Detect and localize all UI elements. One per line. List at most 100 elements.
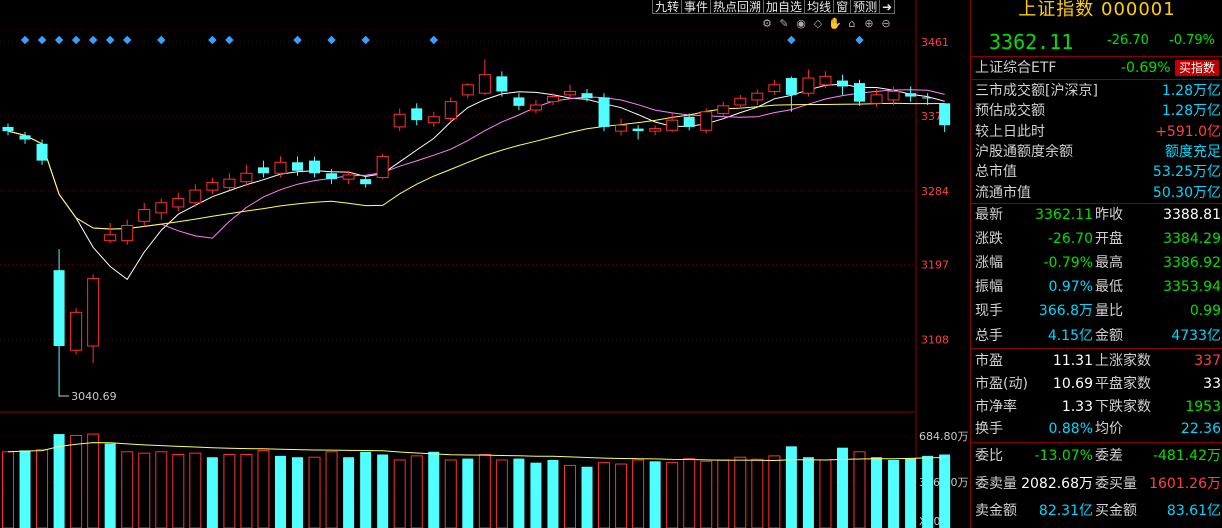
candle-body — [155, 202, 168, 214]
price-change: -26.70 — [1107, 33, 1149, 48]
add-watchlist-button[interactable]: 加自选 — [763, 0, 806, 14]
candle-body — [87, 278, 100, 347]
exit-arrow-icon[interactable]: ➜ — [879, 0, 896, 14]
nine-turn-button[interactable]: 九转 — [652, 0, 683, 14]
field-label: 委卖量 — [975, 475, 1017, 492]
kline-chart-area[interactable]: 34613373328431973108684.80万346.00万X10030… — [0, 0, 970, 528]
candle-body — [513, 97, 525, 106]
candle-body — [104, 234, 117, 242]
volume-bar — [206, 457, 218, 528]
candle-body — [411, 108, 423, 121]
hand-icon[interactable]: ✋ — [828, 17, 842, 31]
quote-row: 市净率 1.33 下跌家数 1953 — [971, 396, 1222, 419]
zoom-in-icon[interactable]: ⊕ — [862, 17, 876, 31]
field-value: -0.79% — [1043, 255, 1093, 272]
volume-bar — [53, 434, 65, 528]
eye-icon[interactable]: ◉ — [794, 17, 808, 31]
volume-bar — [240, 454, 253, 528]
window-button[interactable]: 窗 — [833, 0, 852, 14]
volume-bar — [922, 455, 934, 528]
field-label: 均价 — [1095, 421, 1123, 438]
volume-bar — [478, 454, 491, 528]
quote-panel: 上证指数 000001 3362.11 -26.70 -0.79% 上证综合ET… — [970, 0, 1222, 528]
price-tick-label: 3197 — [921, 258, 949, 271]
volume-bar — [581, 466, 593, 528]
quote-row: 市盈 11.31 上涨家数 337 — [971, 350, 1222, 373]
volume-bar — [121, 451, 134, 528]
field-label: 市净率 — [975, 398, 1017, 415]
volume-bar — [257, 449, 270, 528]
event-marker — [88, 35, 98, 45]
stat-value: 50.30万亿 — [1152, 184, 1221, 201]
forecast-button[interactable]: 预测 — [850, 0, 881, 14]
candle-body — [240, 172, 253, 183]
candle-body — [734, 97, 747, 106]
candle-body — [496, 76, 508, 92]
candle-body — [836, 80, 848, 87]
candle-body — [206, 182, 219, 191]
volume-bar — [530, 462, 542, 528]
candle-body — [563, 91, 576, 96]
candle-body — [53, 270, 65, 347]
zoom-out-icon[interactable]: ⊖ — [879, 17, 893, 31]
kline-chart[interactable]: 34613373328431973108684.80万346.00万X10030… — [0, 0, 970, 528]
field-label: 委比 — [975, 448, 1003, 464]
volume-bar — [292, 457, 304, 528]
candle-body — [700, 111, 713, 131]
quote-row: 涨跌 -26.70 开盘 3384.29 — [971, 228, 1222, 251]
gear-icon[interactable]: ⚙ — [760, 17, 774, 31]
candle-body — [819, 75, 832, 86]
candle-body — [922, 97, 934, 99]
volume-bar — [308, 456, 321, 528]
quote-row: 最新 3362.11 昨收 3388.81 — [971, 204, 1222, 227]
candle-body — [427, 116, 440, 124]
candle-body — [19, 135, 31, 140]
candle-body — [854, 83, 865, 102]
candle-body — [172, 198, 185, 208]
volume-bar — [632, 459, 645, 528]
candle-body — [461, 84, 474, 96]
event-marker — [225, 35, 234, 45]
buy-index-button[interactable]: 买指数 — [1174, 60, 1219, 76]
candle-body — [717, 105, 730, 114]
candle-body — [257, 167, 269, 174]
volume-bar — [36, 449, 49, 528]
field-value: -481.42万 — [1152, 448, 1221, 464]
price-tick-label: 3284 — [921, 185, 949, 198]
stat-label: 流通市值 — [975, 184, 1031, 201]
volume-bar — [666, 462, 679, 528]
candle-body — [274, 161, 287, 174]
shape-icon[interactable]: ◇ — [811, 17, 825, 31]
volume-bar — [155, 451, 168, 528]
field-value: 4733亿 — [1171, 327, 1221, 344]
candle-body — [309, 160, 321, 174]
volume-bar — [325, 451, 338, 528]
lock-icon[interactable]: ⌂ — [845, 17, 859, 31]
field-value: 1601.26万 — [1149, 475, 1221, 492]
volume-bar — [410, 455, 423, 528]
event-marker — [122, 35, 132, 45]
field-label: 换手 — [975, 421, 1003, 438]
pencil-icon[interactable]: ✎ — [777, 17, 791, 31]
field-value: 11.31 — [1052, 353, 1093, 369]
field-value: 3384.29 — [1163, 231, 1221, 248]
quote-row: 卖金额 82.31亿 买金额 83.61亿 — [971, 500, 1222, 523]
volume-bar — [905, 458, 917, 528]
candle-body — [189, 189, 202, 204]
candle-body — [393, 113, 406, 128]
candle-body — [376, 155, 389, 178]
event-marker — [787, 35, 796, 45]
volume-bar — [615, 463, 628, 528]
field-value: 3362.11 — [1035, 207, 1093, 223]
moving-average-button[interactable]: 均线 — [804, 0, 835, 14]
hot-replay-button[interactable]: 热点回溯 — [710, 0, 765, 14]
field-value: 3353.94 — [1163, 279, 1221, 296]
quote-row: 振幅 0.97% 最低 3353.94 — [971, 276, 1222, 299]
divider — [971, 79, 1222, 80]
events-button[interactable]: 事件 — [681, 0, 712, 14]
current-price: 3362.11 — [989, 30, 1074, 54]
candle-body — [768, 84, 781, 93]
field-value: 3388.81 — [1163, 207, 1221, 223]
volume-bar — [19, 450, 31, 528]
field-label: 市盈 — [975, 353, 1003, 369]
